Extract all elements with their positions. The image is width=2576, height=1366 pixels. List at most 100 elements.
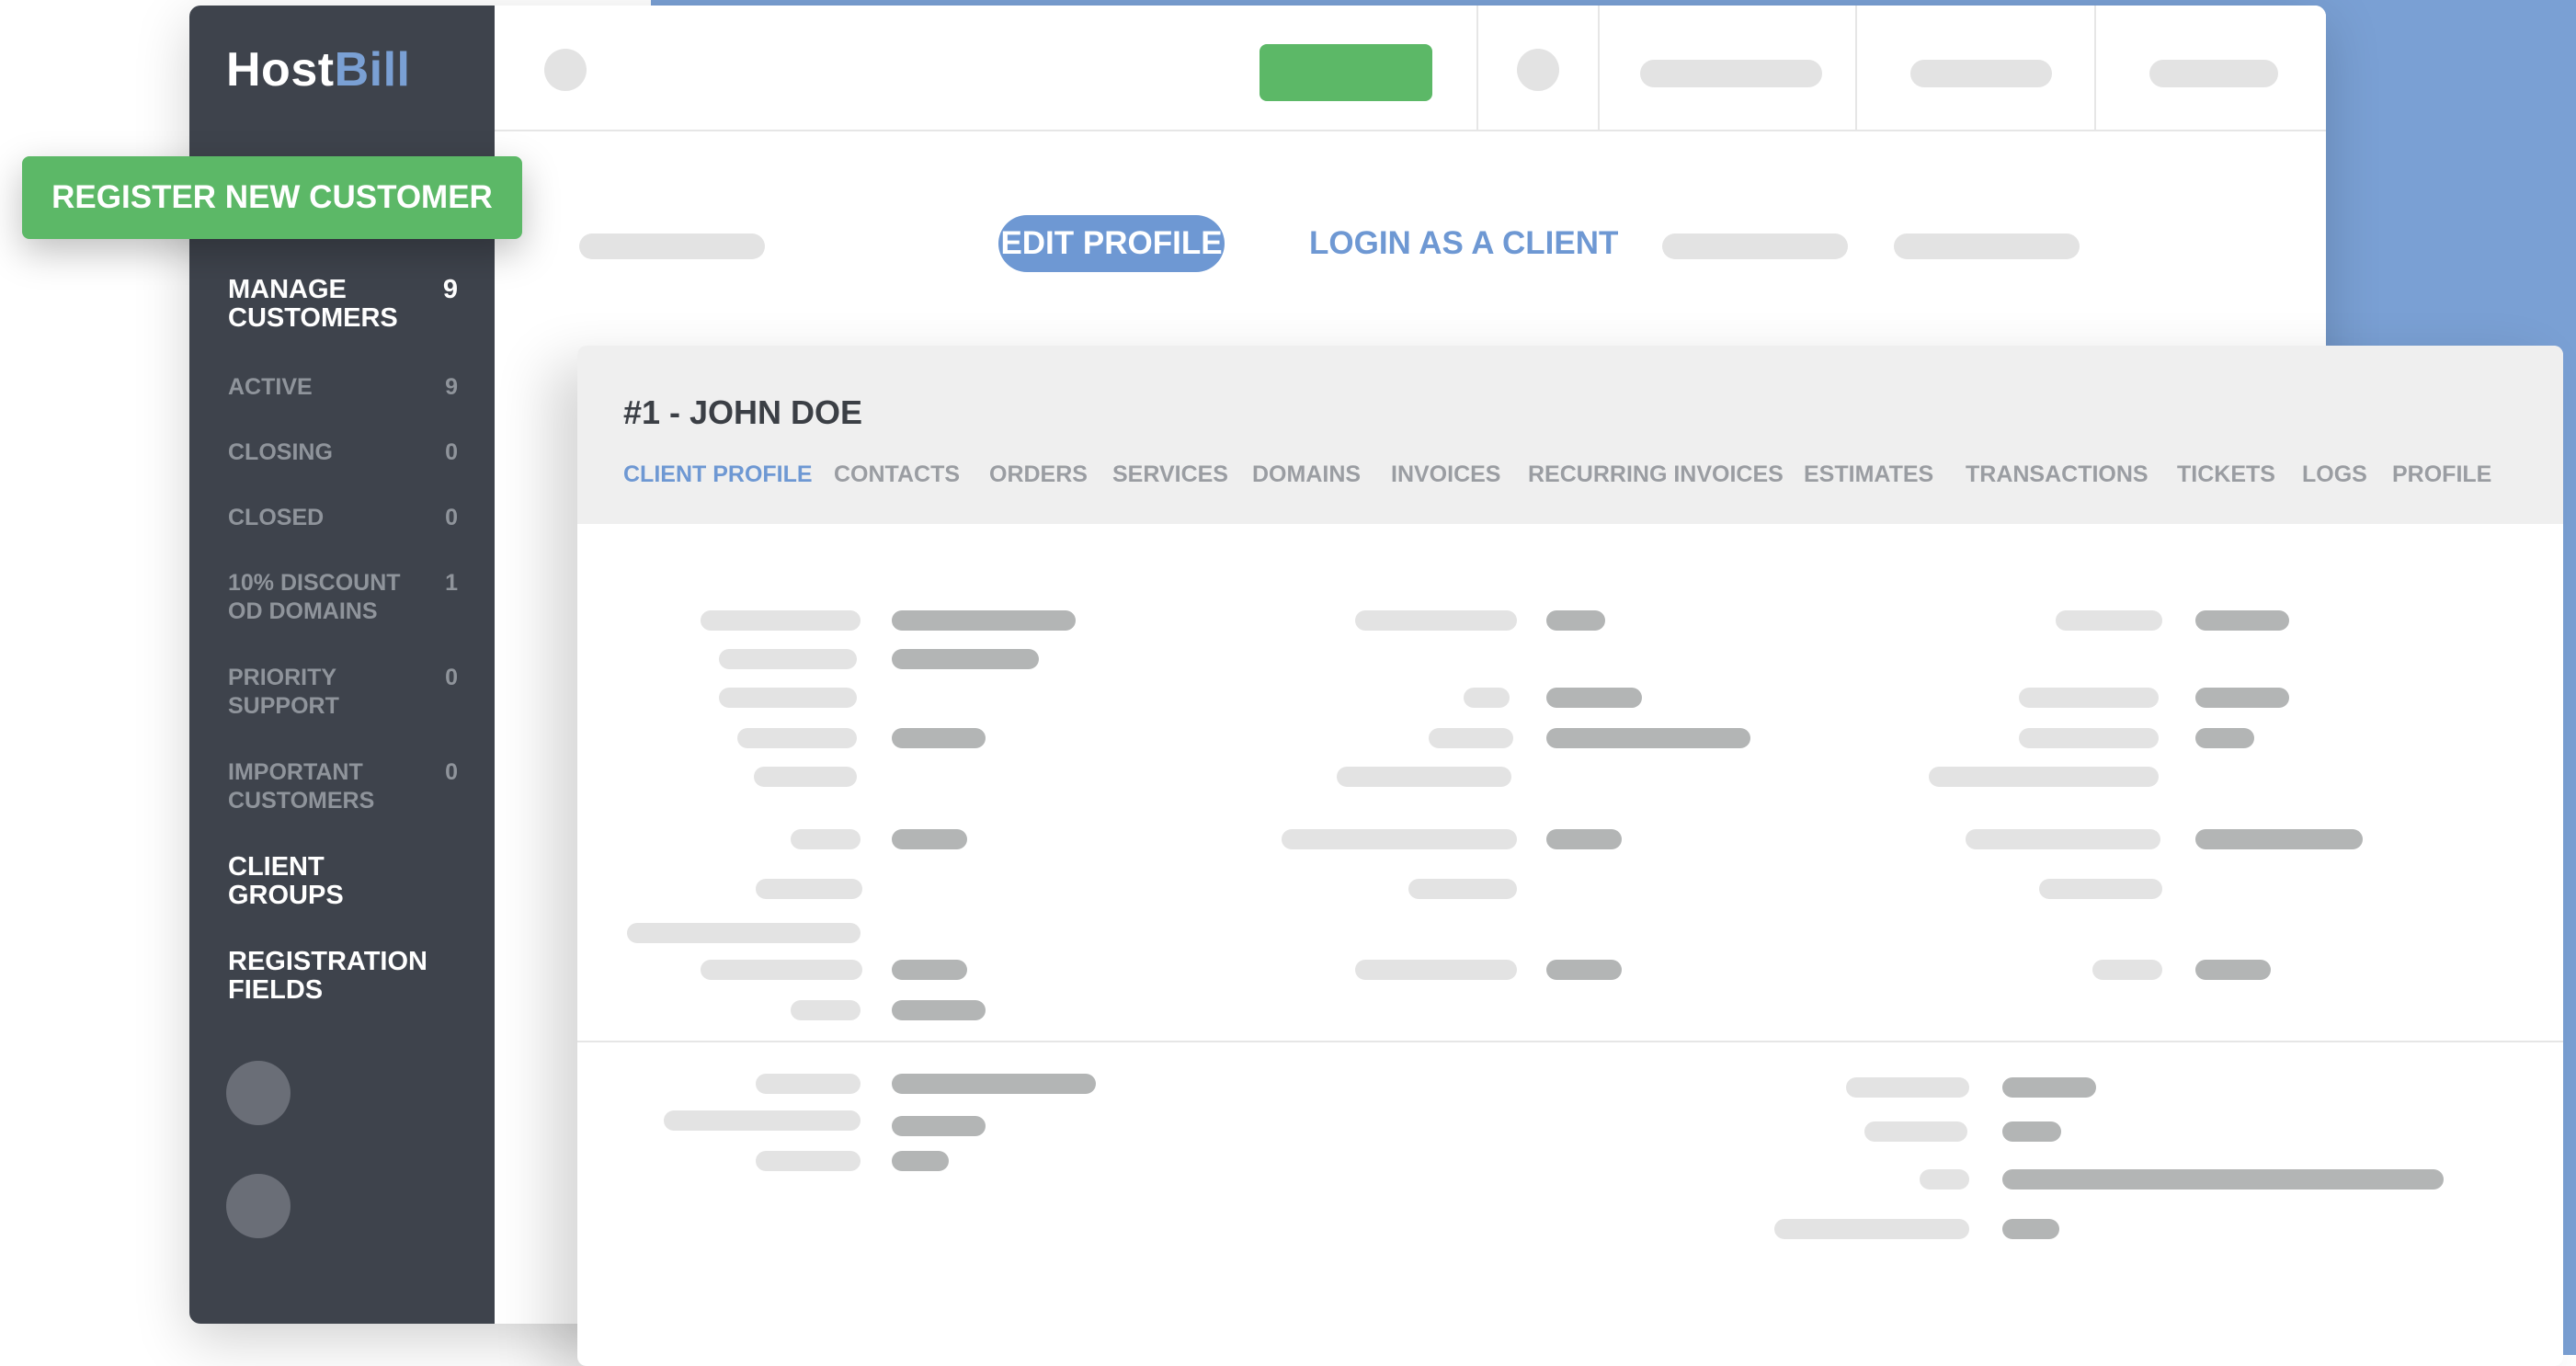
tab-tickets[interactable]: TICKETS <box>2177 461 2275 488</box>
tab-profile[interactable]: PROFILE <box>2392 461 2491 488</box>
field-label-placeholder <box>627 923 861 943</box>
field-label-placeholder <box>2019 688 2159 708</box>
sidebar-item-closed[interactable]: CLOSED 0 <box>228 504 458 532</box>
sidebar-item-closing[interactable]: CLOSING 0 <box>228 438 458 467</box>
field-value-placeholder <box>2195 960 2271 980</box>
client-card-header: #1 - JOHN DOE CLIENT PROFILE CONTACTS OR… <box>577 346 2563 524</box>
field-label-placeholder <box>1282 829 1517 849</box>
field-value-placeholder <box>1546 610 1605 631</box>
sidebar-item-label: MANAGE CUSTOMERS <box>228 275 398 333</box>
sidebar-item-count: 0 <box>445 665 458 690</box>
field-value-placeholder <box>892 649 1039 669</box>
sidebar-item-active[interactable]: ACTIVE 9 <box>228 373 458 402</box>
field-label-placeholder <box>754 767 857 787</box>
top-menu-placeholder[interactable] <box>1910 60 2052 87</box>
sidebar-item-count: 9 <box>442 275 458 304</box>
field-label-placeholder <box>756 879 862 899</box>
field-value-placeholder <box>2195 728 2254 748</box>
field-value-placeholder <box>892 1116 986 1136</box>
field-label-placeholder <box>701 610 861 631</box>
field-value-placeholder <box>1546 728 1750 748</box>
field-label-placeholder <box>2092 960 2162 980</box>
sidebar-item-count: 9 <box>445 374 458 400</box>
top-divider <box>1598 6 1600 130</box>
sidebar-item-10-discount-od-domains[interactable]: 10% DISCOUNT OD DOMAINS 1 <box>228 569 458 626</box>
field-value-placeholder <box>2195 688 2289 708</box>
sidebar-item-label: ACTIVE <box>228 374 313 400</box>
field-value-placeholder <box>2002 1219 2059 1239</box>
field-value-placeholder <box>892 728 986 748</box>
menu-icon-placeholder[interactable] <box>544 49 587 91</box>
top-divider <box>1855 6 1857 130</box>
field-label-placeholder <box>1355 610 1517 631</box>
logo-bill: Bill <box>334 43 411 97</box>
field-label-placeholder <box>2056 610 2162 631</box>
sidebar-avatar-placeholder[interactable] <box>226 1061 291 1125</box>
field-value-placeholder <box>2002 1077 2096 1098</box>
tab-client-profile[interactable]: CLIENT PROFILE <box>623 461 813 488</box>
field-label-placeholder <box>1966 829 2160 849</box>
sidebar-item-client-groups[interactable]: CLIENT GROUPS <box>228 853 458 910</box>
sidebar-item-label: CLOSED <box>228 505 325 530</box>
field-value-placeholder <box>892 960 967 980</box>
top-menu-placeholder[interactable] <box>2149 60 2278 87</box>
sidebar-item-priority-support[interactable]: PRIORITY SUPPORT 0 <box>228 664 458 721</box>
sidebar-item-manage-customers[interactable]: MANAGE CUSTOMERS 9 <box>228 276 458 333</box>
field-value-placeholder <box>892 1000 986 1020</box>
tab-transactions[interactable]: TRANSACTIONS <box>1966 461 2149 488</box>
field-value-placeholder <box>892 1151 949 1171</box>
field-label-placeholder <box>701 960 862 980</box>
tab-contacts[interactable]: CONTACTS <box>834 461 960 488</box>
tab-invoices[interactable]: INVOICES <box>1391 461 1500 488</box>
field-label-placeholder <box>719 649 857 669</box>
tab-logs[interactable]: LOGS <box>2302 461 2367 488</box>
field-label-placeholder <box>1846 1077 1969 1098</box>
field-label-placeholder <box>664 1110 861 1131</box>
tab-domains[interactable]: DOMAINS <box>1252 461 1361 488</box>
top-menu-placeholder[interactable] <box>1640 60 1822 87</box>
top-action-button[interactable] <box>1260 44 1432 101</box>
tab-services[interactable]: SERVICES <box>1112 461 1228 488</box>
notification-icon-placeholder[interactable] <box>1517 49 1559 91</box>
sidebar-item-important-customers[interactable]: IMPORTANT CUSTOMERS 0 <box>228 758 458 815</box>
field-label-placeholder <box>756 1074 861 1094</box>
field-value-placeholder <box>892 1074 1096 1094</box>
edit-profile-tab[interactable]: EDIT PROFILE <box>998 215 1225 272</box>
tab-orders[interactable]: ORDERS <box>989 461 1088 488</box>
field-label-placeholder <box>1429 728 1513 748</box>
field-value-placeholder <box>1546 688 1642 708</box>
field-label-placeholder <box>791 1000 861 1020</box>
login-as-client-tab[interactable]: LOGIN AS A CLIENT <box>1309 215 1618 272</box>
action-tab-placeholder[interactable] <box>579 233 765 259</box>
field-label-placeholder <box>1929 767 2159 787</box>
sidebar-item-label: PRIORITY SUPPORT <box>228 665 339 719</box>
field-label-placeholder <box>1464 688 1510 708</box>
tab-recurring-invoices[interactable]: RECURRING INVOICES <box>1528 461 1784 488</box>
top-divider <box>1476 6 1478 130</box>
register-new-customer-button[interactable]: REGISTER NEW CUSTOMER <box>22 156 522 239</box>
field-value-placeholder <box>1546 960 1622 980</box>
section-divider <box>577 1041 2563 1042</box>
sidebar-item-label: IMPORTANT CUSTOMERS <box>228 759 375 814</box>
field-label-placeholder <box>737 728 857 748</box>
sidebar-item-count: 0 <box>445 505 458 530</box>
sidebar-item-count: 0 <box>445 759 458 785</box>
field-value-placeholder <box>892 610 1076 631</box>
action-tab-placeholder[interactable] <box>1662 233 1848 259</box>
sidebar-item-label: CLOSING <box>228 439 333 465</box>
field-label-placeholder <box>1355 960 1517 980</box>
sidebar-item-label: 10% DISCOUNT OD DOMAINS <box>228 570 401 624</box>
sidebar-avatar-placeholder[interactable] <box>226 1174 291 1238</box>
field-value-placeholder <box>2195 610 2289 631</box>
field-value-placeholder <box>2002 1121 2061 1142</box>
field-label-placeholder <box>791 829 861 849</box>
top-bar <box>495 6 2326 131</box>
tab-estimates[interactable]: ESTIMATES <box>1804 461 1933 488</box>
sidebar-item-registration-fields[interactable]: REGISTRATION FIELDS <box>228 948 458 1005</box>
top-divider <box>2094 6 2096 130</box>
action-tab-placeholder[interactable] <box>1894 233 2080 259</box>
hostbill-logo[interactable]: HostBill <box>226 42 410 97</box>
field-label-placeholder <box>1337 767 1511 787</box>
field-label-placeholder <box>719 688 857 708</box>
client-title: #1 - JOHN DOE <box>623 393 863 431</box>
